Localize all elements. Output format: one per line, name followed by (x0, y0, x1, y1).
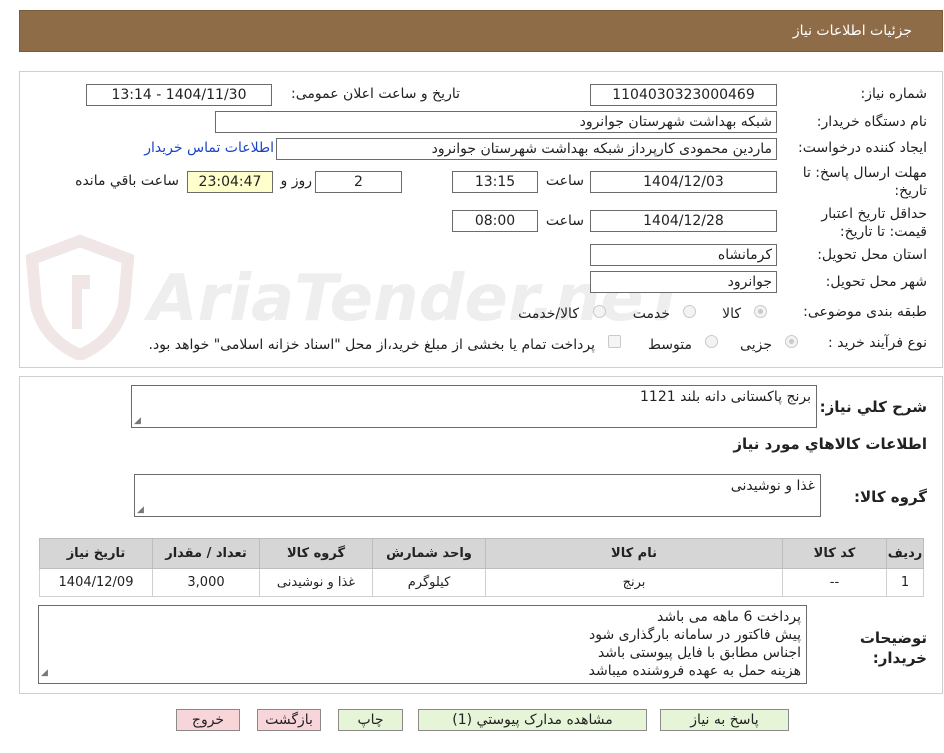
goods-group-text: غذا و نوشیدنی (730, 478, 815, 494)
notes-line: پیش فاکتور در سامانه بارگذاری شود (589, 627, 801, 643)
page-header: جزئيات اطلاعات نياز (19, 10, 943, 52)
summary-text: برنج پاکستانی دانه بلند 1121 (640, 389, 811, 405)
goods-group-label: گروه کالا: (854, 488, 927, 506)
process-option-minor: جزیی (740, 337, 772, 353)
deadline-time-label: ساعت (545, 173, 584, 189)
col-item-code: کد کالا (782, 538, 887, 569)
back-button[interactable]: بازگشت (257, 709, 321, 731)
deadline-date-field: 1404/12/03 (590, 171, 777, 193)
items-table: رديف کد کالا نام کالا واحد شمارش گروه کا… (39, 538, 924, 597)
category-radio-service[interactable] (683, 305, 696, 318)
cell-row-number: 1 (886, 568, 924, 597)
category-radio-goods[interactable] (754, 305, 767, 318)
notes-line: هزینه حمل به عهده فروشنده میباشد (588, 663, 801, 679)
col-need-date: تاريخ نياز (39, 538, 153, 569)
goods-group-textarea[interactable]: غذا و نوشیدنی ◢ (134, 474, 821, 517)
summary-textarea[interactable]: برنج پاکستانی دانه بلند 1121 ◢ (131, 385, 817, 428)
table-row: 1 -- برنج کیلوگرم غذا و نوشیدنی 3,000 14… (39, 568, 924, 597)
page-title: جزئيات اطلاعات نياز (792, 23, 912, 39)
category-option-goods: کالا (722, 306, 741, 322)
announce-datetime-label: تاریخ و ساعت اعلان عمومی: (291, 86, 460, 102)
need-number-field: 1104030323000469 (590, 84, 777, 106)
cell-unit: کیلوگرم (372, 568, 486, 597)
category-option-service: خدمت (632, 306, 670, 322)
remaining-time-label: ساعت باقي مانده (75, 173, 179, 189)
cell-need-date: 1404/12/09 (39, 568, 153, 597)
exit-button[interactable]: خروج (176, 709, 240, 731)
process-radio-minor[interactable] (785, 335, 798, 348)
cell-item-code: -- (782, 568, 887, 597)
announce-datetime-field: 1404/11/30 - 13:14 (86, 84, 272, 106)
notes-line: اجناس مطابق با فایل پیوستی باشد (597, 645, 801, 661)
goods-info-title: اطلاعات کالاهاي مورد نياز (733, 435, 927, 453)
treasury-checkbox[interactable] (608, 335, 621, 348)
resize-grip[interactable]: ◢ (41, 664, 48, 682)
validity-time-field: 08:00 (452, 210, 538, 232)
province-label: استان محل تحویل: (817, 247, 927, 263)
watermark-logo (20, 234, 140, 362)
days-label: روز و (280, 173, 313, 189)
table-header-row: رديف کد کالا نام کالا واحد شمارش گروه کا… (39, 538, 924, 569)
deadline-label: مهلت ارسال پاسخ: تا تاریخ: (802, 165, 927, 199)
need-number-label: شماره نیاز: (860, 86, 928, 102)
col-row-number: رديف (886, 538, 924, 569)
remaining-days-field: 2 (315, 171, 402, 193)
print-button[interactable]: چاپ (338, 709, 403, 731)
resize-grip[interactable]: ◢ (137, 505, 144, 515)
validity-time-label: ساعت (545, 213, 584, 229)
col-unit: واحد شمارش (372, 538, 486, 569)
creator-field: ماردین محمودی کارپرداز شبکه بهداشت شهرست… (276, 138, 777, 160)
cell-group: غذا و نوشیدنی (259, 568, 373, 597)
city-field: جوانرود (590, 271, 777, 293)
cell-item-name: برنج (485, 568, 783, 597)
resize-grip[interactable]: ◢ (134, 416, 141, 426)
creator-label: ایجاد کننده درخواست: (798, 140, 927, 156)
buyer-contact-link[interactable]: اطلاعات تماس خریدار (144, 140, 274, 156)
city-label: شهر محل تحویل: (825, 274, 927, 290)
notes-line: پرداخت 6 ماهه می باشد (657, 609, 801, 625)
col-item-name: نام کالا (485, 538, 783, 569)
buyer-notes-label: توضیحات خریدار: (859, 629, 927, 667)
buyer-org-label: نام دستگاه خریدار: (816, 114, 927, 130)
validity-label: حداقل تاریخ اعتبار قیمت: تا تاریخ: (821, 206, 927, 240)
cell-quantity: 3,000 (152, 568, 260, 597)
buyer-org-field: شبکه بهداشت شهرستان جوانرود (215, 111, 777, 133)
reply-button[interactable]: پاسخ به نياز (660, 709, 789, 731)
category-label: طبقه بندی موضوعی: (803, 304, 927, 320)
category-option-goods-service: کالا/خدمت (518, 306, 579, 322)
col-quantity: تعداد / مقدار (152, 538, 260, 569)
process-option-medium: متوسط (648, 337, 692, 353)
province-field: کرمانشاه (590, 244, 777, 266)
summary-label: شرح کلي نياز: (819, 398, 927, 416)
attachments-button[interactable]: مشاهده مدارک پيوستي (1) (418, 709, 647, 731)
validity-date-field: 1404/12/28 (590, 210, 777, 232)
process-label: نوع فرآیند خرید : (828, 335, 927, 351)
category-radio-goods-service[interactable] (593, 305, 606, 318)
treasury-note: پرداخت تمام یا بخشی از مبلغ خرید،از محل … (148, 337, 595, 353)
buyer-notes-textarea[interactable]: پرداخت 6 ماهه می باشد پیش فاکتور در ساما… (38, 605, 807, 684)
col-group: گروه کالا (259, 538, 373, 569)
process-radio-medium[interactable] (705, 335, 718, 348)
deadline-time-field: 13:15 (452, 171, 538, 193)
remaining-time-field: 23:04:47 (187, 171, 273, 193)
